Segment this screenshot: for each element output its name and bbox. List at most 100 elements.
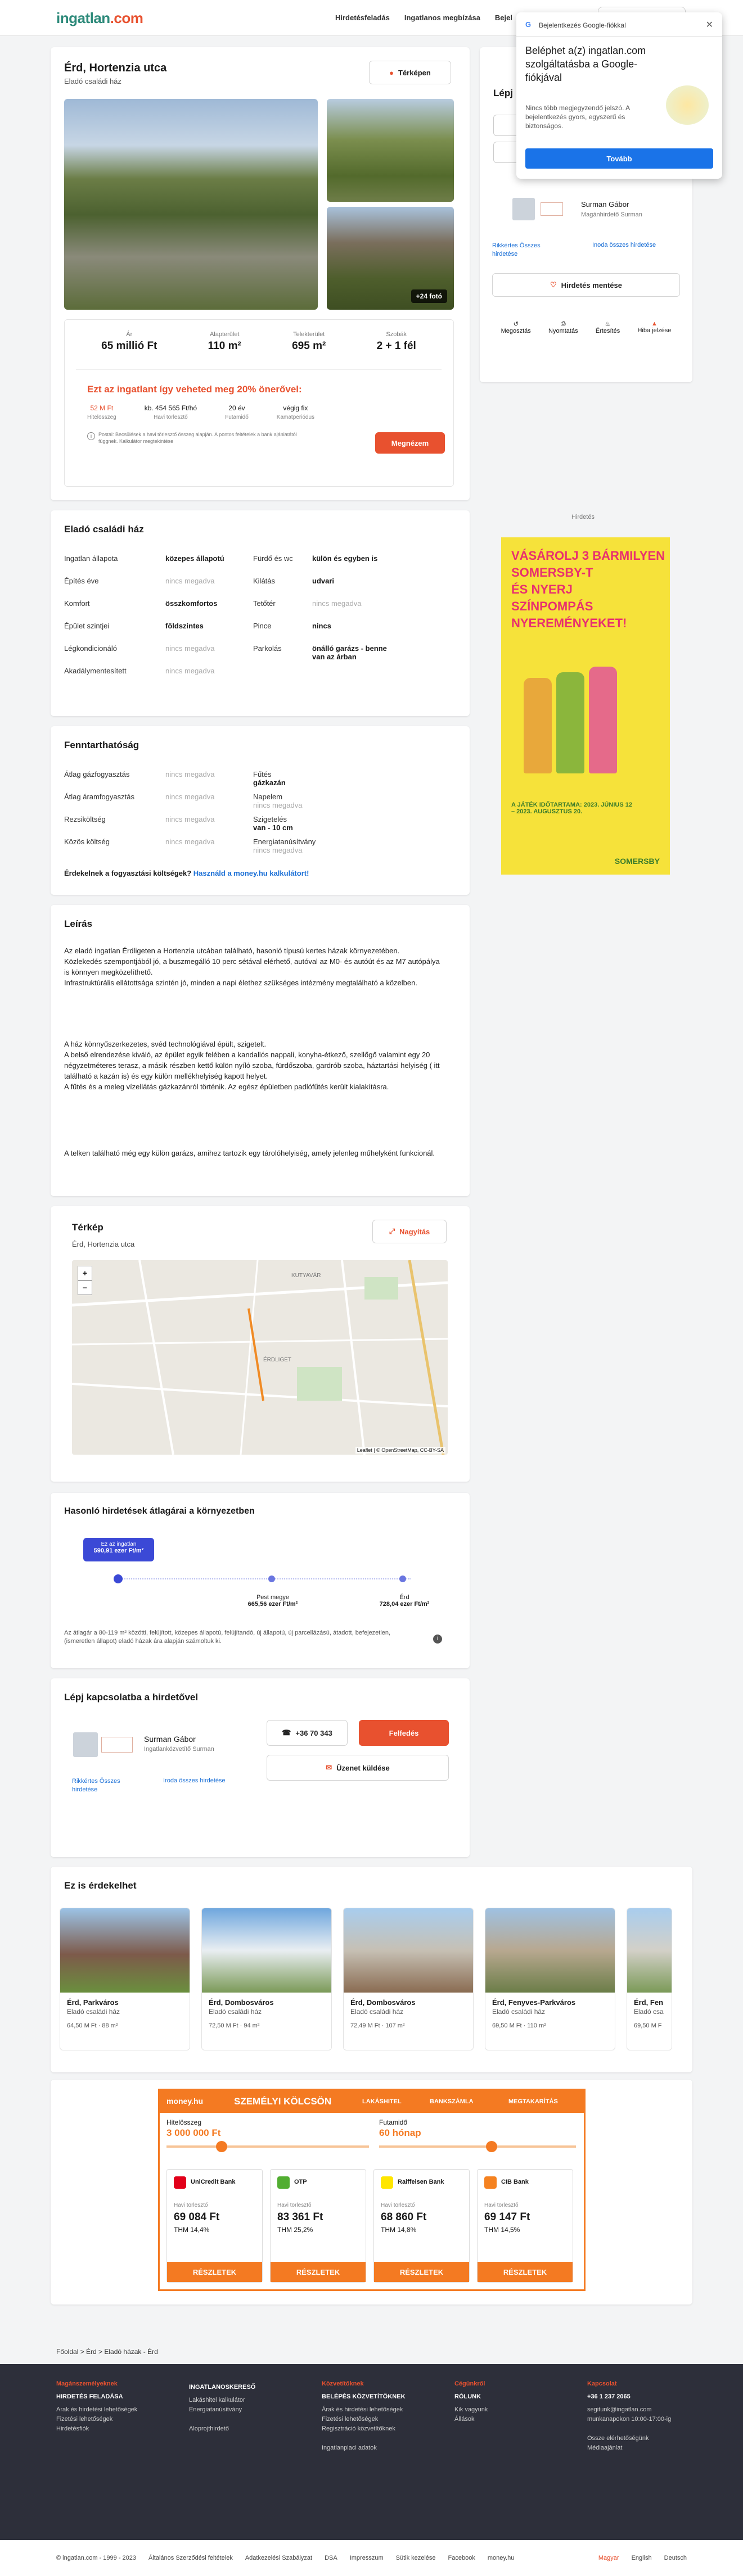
language-option[interactable]: English — [632, 2555, 652, 2561]
detail-value: földszintes — [165, 622, 204, 630]
footer-column-subheading[interactable]: INGATLANOSKERESŐ — [189, 2383, 313, 2392]
footer-bottom-link[interactable]: Facebook — [448, 2555, 475, 2561]
main-photo[interactable] — [64, 99, 318, 310]
amount-slider[interactable] — [166, 2145, 369, 2148]
key-stats: Ár 65 millió Ft Alapterület 110 m² Telekte… — [76, 331, 442, 352]
detail-value: külön és egyben is — [312, 554, 378, 563]
map-label: ÉRDLIGET — [263, 1357, 292, 1363]
footer-link[interactable]: Ingatlanpiaci adatok — [322, 2443, 445, 2453]
footer-link[interactable] — [322, 2434, 445, 2443]
footer-bottom-link[interactable]: DSA — [325, 2555, 337, 2561]
more-photos-badge[interactable]: +24 fotó — [411, 289, 447, 303]
description-paragraph: A telken található még egy külön garázs,… — [64, 1149, 435, 1157]
similar-listing-card[interactable]: Érd, Fen Eladó csa 69,50 M F — [627, 1908, 672, 2050]
detail-key: Pince — [253, 622, 272, 630]
footer-column-subheading[interactable]: HIRDETÉS FELADÁSA — [56, 2392, 180, 2402]
location-map[interactable]: KUTYAVÁR ÉRDLIGET + − Leaflet | © OpenSt… — [72, 1260, 448, 1455]
footer-bottom-link[interactable]: money.hu — [488, 2555, 515, 2561]
somersby-ad[interactable]: VÁSÁROLJ 3 BÁRMILYEN SOMERSBY-T ÉS NYERJ SZ… — [501, 537, 670, 875]
footer-link[interactable]: Regisztráció közvetítőknek — [322, 2424, 445, 2434]
site-logo[interactable]: ingatlan.com — [56, 10, 143, 27]
reveal-phone-button[interactable]: Felfedés — [359, 1720, 449, 1746]
detail-row: Parkolás önálló garázs - benne van az árb… — [253, 644, 439, 661]
footer-link[interactable]: Kik vagyunk — [454, 2405, 578, 2415]
info-icon[interactable]: i — [433, 1635, 442, 1644]
footer-bottom-link[interactable]: Általános Szerződési feltételek — [148, 2555, 233, 2561]
side-office-link[interactable]: Inoda összes hirdetése — [592, 242, 656, 248]
bank-details-button[interactable]: RÉSZLETEK — [374, 2262, 469, 2282]
phone-button[interactable]: ☎ +36 70 343 — [267, 1720, 348, 1746]
notify-button[interactable]: ♨ Értesítés — [596, 320, 620, 334]
amount-value: 3 000 000 Ft — [166, 2127, 221, 2138]
bell-icon: ♨ — [605, 321, 611, 328]
save-listing-button[interactable]: ♡ Hirdetés mentése — [492, 273, 680, 297]
footer-link[interactable]: Árak és hirdetési lehetőségek — [322, 2405, 445, 2415]
detail-key: Közös költség — [64, 837, 110, 846]
loan-tab[interactable]: BANKSZÁMLA — [430, 2098, 474, 2105]
detail-key: Fűtés — [253, 770, 272, 778]
amount-slider-handle[interactable] — [216, 2141, 227, 2152]
loan-tab[interactable]: LAKÁSHITEL — [362, 2098, 402, 2105]
footer-column: Kapcsolat +36 1 237 2065 segitunk@ingatlan… — [587, 2379, 711, 2453]
footer-column-subheading[interactable]: BELÉPÉS KÖZVETÍTŐKNEK — [322, 2392, 445, 2402]
thumbnail-photo[interactable] — [327, 99, 454, 202]
term-slider-handle[interactable] — [486, 2141, 497, 2152]
footer-bottom-link[interactable]: Impresszum — [350, 2555, 384, 2561]
footer-link[interactable] — [587, 2424, 711, 2434]
breadcrumb[interactable]: Főoldal > Érd > Eladó házak - Érd — [0, 2340, 743, 2364]
language-option[interactable]: Magyar — [598, 2555, 619, 2561]
print-button[interactable]: ⎙ Nyomtatás — [548, 320, 578, 334]
bank-details-button[interactable]: RÉSZLETEK — [271, 2262, 366, 2282]
footer-link[interactable]: Arak és hirdetési lehetőségek — [56, 2405, 180, 2415]
footer-bottom-link[interactable]: Adatkezelési Szabályzat — [245, 2555, 312, 2561]
footer-link[interactable]: Médiaajánlat — [587, 2443, 711, 2453]
nav-item[interactable]: Bejel — [495, 13, 512, 22]
footer-link[interactable]: Fizetési lehetőségek — [56, 2415, 180, 2424]
detail-key: Rezsiköltség — [64, 815, 106, 823]
zoom-out-button[interactable]: − — [78, 1280, 92, 1295]
map-button[interactable]: ● Térképen — [369, 61, 451, 84]
office-listings-link[interactable]: Iroda összes hirdetése — [163, 1777, 226, 1784]
popup-continue-button[interactable]: Tovább — [525, 148, 713, 169]
footer-link[interactable] — [189, 2415, 313, 2424]
language-option[interactable]: Deutsch — [664, 2555, 687, 2561]
footer-column-subheading[interactable]: +36 1 237 2065 — [587, 2392, 711, 2402]
similar-listing-card[interactable]: Érd, Fenyves-Parkváros Eladó családi ház 6… — [485, 1908, 615, 2050]
nav-item[interactable]: Hirdetésfeladás — [335, 13, 390, 22]
similar-listing-card[interactable]: Érd, Dombosváros Eladó családi ház 72,49 M… — [343, 1908, 474, 2050]
nav-item[interactable]: Ingatlanos megbízása — [404, 13, 480, 22]
loan-details-button[interactable]: Megnézem — [375, 432, 445, 454]
listing-location: Érd, Parkváros — [67, 1998, 119, 2007]
footer-column-subheading[interactable]: RÓLUNK — [454, 2392, 578, 2402]
similar-listing-card[interactable]: Érd, Dombosváros Eladó családi ház 72,50 M… — [201, 1908, 332, 2050]
similar-listing-card[interactable]: Érd, Parkváros Eladó családi ház 64,50 M F… — [60, 1908, 190, 2050]
footer-link[interactable]: Fizetési lehetőségek — [322, 2415, 445, 2424]
detail-row: Kilátás udvari — [253, 577, 439, 585]
footer-bottom-link[interactable]: Sütik kezelése — [396, 2555, 436, 2561]
footer-link[interactable]: Energiatanúsítvány — [189, 2405, 313, 2415]
loan-tab[interactable]: MEGTAKARÍTÁS — [508, 2098, 558, 2105]
sustainability-card: Fenntarthatóság Átlag gázfogyasztás nincs… — [51, 726, 470, 895]
footer-link[interactable]: munkanapokon 10:00-17:00-ig — [587, 2415, 711, 2424]
footer-link[interactable]: Aloprojthirdető — [189, 2424, 313, 2434]
close-icon[interactable]: ✕ — [706, 19, 713, 30]
footer-link[interactable]: Hirdetésfiók — [56, 2424, 180, 2434]
zoom-in-button[interactable]: + — [78, 1266, 92, 1280]
agent-listings-link[interactable]: Rikkértes Összes hirdetése — [72, 1777, 120, 1794]
bank-details-button[interactable]: RÉSZLETEK — [478, 2262, 573, 2282]
thumbnail-photo[interactable]: +24 fotó — [327, 207, 454, 310]
share-button[interactable]: ↺ Megosztás — [501, 320, 531, 334]
send-message-button[interactable]: ✉ Üzenet küldése — [267, 1755, 449, 1781]
footer-link[interactable]: Lakáshitel kalkulátor — [189, 2396, 313, 2405]
footer-link[interactable]: Ossze elérhetőségünk — [587, 2434, 711, 2443]
term-slider[interactable] — [379, 2145, 576, 2148]
side-agent-link[interactable]: Rikkértes Összes hirdetése — [492, 242, 541, 259]
bank-details-button[interactable]: RÉSZLETEK — [167, 2262, 262, 2282]
footer-link[interactable]: segitunk@ingatlan.com — [587, 2405, 711, 2415]
report-button[interactable]: ▲ Hiba jelzése — [637, 320, 671, 334]
enlarge-map-button[interactable]: ⤢ Nagyítás — [372, 1220, 447, 1243]
map-graphic — [72, 1260, 448, 1455]
footer-link[interactable]: Állások — [454, 2415, 578, 2424]
detail-value: nincs megadva — [165, 644, 215, 653]
money-calculator-link[interactable]: Használd a money.hu kalkulátort! — [193, 869, 309, 877]
